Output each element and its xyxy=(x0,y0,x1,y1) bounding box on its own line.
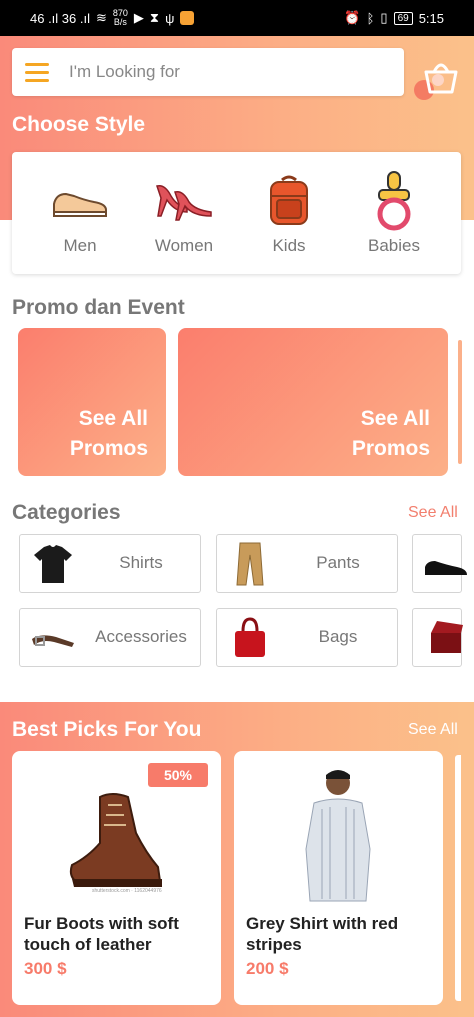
bluetooth-icon: ᛒ xyxy=(366,10,375,26)
sneaker-icon xyxy=(53,192,107,217)
promo-card[interactable]: See All Promos xyxy=(178,328,448,476)
menu-icon[interactable] xyxy=(25,62,49,82)
signal-indicator: 46 .ıl 36 .ıl xyxy=(30,10,90,26)
status-bar: 46 .ıl 36 .ıl ≋ 870 B/s ▶ ⧗ ψ ⏰ ᛒ ▯ 69 5… xyxy=(0,0,474,36)
shoe-icon xyxy=(425,561,467,575)
promo-text: See All Promos xyxy=(70,404,148,464)
best-picks-title: Best Picks For You xyxy=(12,718,202,741)
category-label: Shirts xyxy=(119,553,163,572)
choose-style-title: Choose Style xyxy=(12,113,146,136)
wifi-icon: ≋ xyxy=(95,10,107,25)
shirt-model-image xyxy=(305,770,371,902)
handbag-icon xyxy=(235,617,265,657)
style-item-women[interactable]: Women xyxy=(134,152,234,274)
tshirt-icon xyxy=(34,545,72,583)
app-notification-icon xyxy=(180,11,195,25)
net-speed: 870 B/s xyxy=(113,9,128,27)
net-speed-unit: B/s xyxy=(113,17,127,27)
category-label: Accessories xyxy=(95,627,187,646)
product-card-peek[interactable] xyxy=(455,755,461,1001)
product-name: Fur Boots with soft touch of leather xyxy=(24,914,179,954)
status-left: 46 .ıl 36 .ıl ≋ 870 B/s ▶ ⧗ ψ xyxy=(30,9,195,27)
promo-line: See All xyxy=(360,407,430,430)
status-right: ⏰ ᛒ ▯ 69 5:15 xyxy=(344,10,444,26)
boot-image xyxy=(69,793,162,887)
media-icon: ⧗ xyxy=(149,10,160,25)
categories-see-all-link[interactable]: See All xyxy=(408,504,458,522)
style-item-babies[interactable]: Babies xyxy=(344,152,444,274)
belt-icon xyxy=(32,635,74,647)
category-pants[interactable]: Pants xyxy=(216,534,398,593)
cart-button[interactable] xyxy=(414,56,462,100)
image-caption: shutterstock.com · 1162044976 xyxy=(92,888,162,894)
category-shirts[interactable]: Shirts xyxy=(19,534,201,593)
discount-badge: 50% xyxy=(148,763,208,787)
battery-indicator: 69 xyxy=(393,11,413,25)
shopping-bag-icon xyxy=(424,63,458,94)
promo-card[interactable]: See All Promos xyxy=(18,328,166,476)
promo-line: Promos xyxy=(69,437,148,460)
time: 5:15 xyxy=(418,10,444,26)
style-label: Babies xyxy=(368,236,420,255)
usb-icon: ψ xyxy=(165,10,175,26)
category-bags[interactable]: Bags xyxy=(216,608,398,667)
style-item-kids[interactable]: Kids xyxy=(239,152,339,274)
vibrate-icon: ▯ xyxy=(380,10,388,25)
style-label: Kids xyxy=(272,236,306,255)
search-bar xyxy=(12,48,404,96)
category-jewelry[interactable] xyxy=(412,608,463,667)
alarm-icon: ⏰ xyxy=(344,10,361,25)
categories-title: Categories xyxy=(12,501,121,524)
style-label: Men xyxy=(63,236,97,255)
jewelry-box-icon xyxy=(431,621,463,653)
promo-text: See All Promos xyxy=(352,404,430,464)
style-item-men[interactable]: Men xyxy=(30,152,130,274)
choose-style-card: Men Women Kids Babies xyxy=(12,152,461,274)
category-accessories[interactable]: Accessories xyxy=(19,608,201,667)
promo-line: Promos xyxy=(351,437,430,460)
backpack-icon xyxy=(270,175,308,225)
pants-icon xyxy=(236,542,264,586)
video-icon: ▶ xyxy=(133,10,144,25)
promo-line: See All xyxy=(78,407,148,430)
product-card[interactable]: shutterstock.com · 1162044976 50% Fur Bo… xyxy=(12,751,221,1005)
product-name: Grey Shirt with red stripes xyxy=(246,914,399,954)
pacifier-icon xyxy=(377,171,411,231)
product-price: 200 $ xyxy=(246,959,289,978)
category-shoes[interactable] xyxy=(412,534,467,593)
category-label: Bags xyxy=(318,627,358,646)
search-input[interactable] xyxy=(67,61,371,83)
promo-title: Promo dan Event xyxy=(12,296,185,319)
category-label: Pants xyxy=(316,553,360,572)
style-label: Women xyxy=(154,236,214,255)
product-price: 300 $ xyxy=(24,959,67,978)
high-heels-icon xyxy=(156,184,212,221)
product-card[interactable]: Grey Shirt with red stripes 200 $ xyxy=(234,751,443,1005)
best-picks-see-all-link[interactable]: See All xyxy=(408,721,458,739)
promo-card-peek[interactable] xyxy=(458,340,462,464)
